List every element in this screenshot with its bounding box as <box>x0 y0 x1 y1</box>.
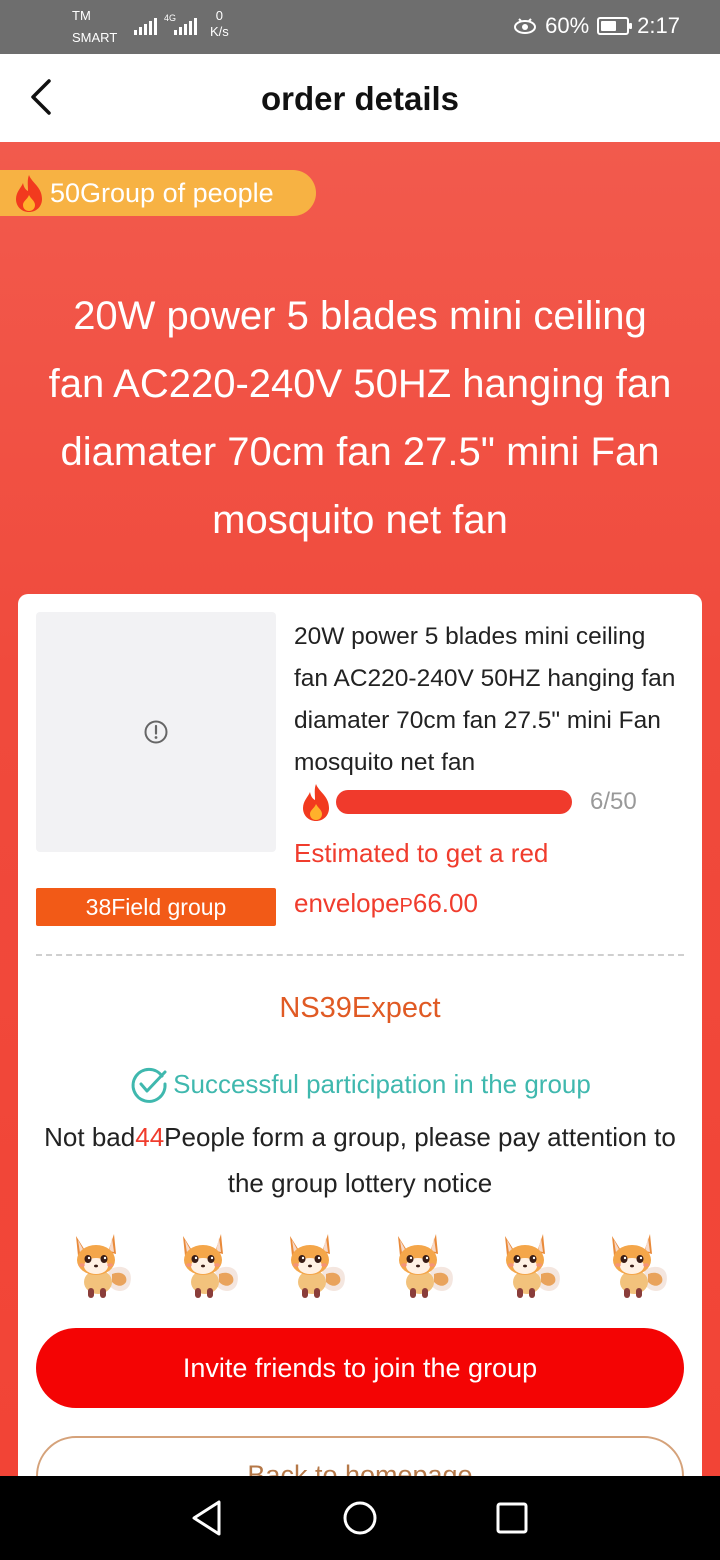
success-text: Successful participation in the group <box>173 1068 591 1099</box>
group-progress: 6/50 <box>296 782 676 822</box>
red-envelope-estimate: Estimated to get a red envelopeP66.00 <box>294 828 624 931</box>
carrier-line2: SMART <box>72 30 118 45</box>
check-circle-icon <box>131 1067 167 1103</box>
signal-icon <box>134 18 157 35</box>
eye-comfort-icon <box>514 18 537 34</box>
page-title: order details <box>260 80 460 117</box>
netspeed-unit: K/s <box>210 24 229 39</box>
info-circle-icon <box>144 720 168 744</box>
carrier-label: TM SMART <box>72 8 117 45</box>
fox-avatar-icon <box>290 1234 346 1298</box>
system-nav-bar <box>0 1476 720 1560</box>
group-notice: Not bad44People form a group, please pay… <box>38 1114 682 1206</box>
fox-avatar-icon <box>611 1234 667 1298</box>
fox-avatar-icon <box>76 1234 131 1298</box>
netspeed-value: 0 <box>215 8 224 23</box>
member-avatars <box>64 1226 672 1302</box>
group-size-label: 50Group of people <box>50 177 274 208</box>
fire-icon <box>303 784 329 821</box>
expect-label: NS39Expect <box>279 992 441 1024</box>
network-speed: 0 K/s <box>210 8 229 40</box>
progress-bar <box>336 790 572 814</box>
estimate-amount: 66.00 <box>412 888 478 918</box>
success-status: Successful participation in the group <box>18 1064 702 1104</box>
fox-avatar-icon <box>504 1234 560 1298</box>
carrier-line1: TM <box>72 8 91 23</box>
battery-percent: 60% <box>545 13 590 38</box>
nav-home-icon[interactable] <box>338 1496 382 1540</box>
group-size-badge: 50Group of people <box>0 170 316 216</box>
battery-icon <box>597 17 633 35</box>
nav-back-icon[interactable] <box>186 1496 230 1540</box>
fox-avatar-icon <box>183 1234 239 1298</box>
product-title: 20W power 5 blades mini ceiling fan AC22… <box>48 294 672 542</box>
notice-prefix: Not bad <box>44 1122 136 1152</box>
notice-number: 44 <box>135 1122 165 1152</box>
app-header: order details <box>0 54 720 142</box>
product-name: 20W power 5 blades mini ceiling fan AC22… <box>294 623 676 776</box>
order-card: 38Field group 20W power 5 blades mini ce… <box>18 594 702 1516</box>
product-image[interactable] <box>36 612 276 852</box>
notice-suffix: People form a group, please pay attentio… <box>164 1122 676 1198</box>
status-bar: TM SMART 4G 0 K/s 60% 2:17 <box>0 0 720 54</box>
field-group-badge: 38Field group <box>36 888 276 926</box>
fire-icon <box>16 175 42 212</box>
invite-friends-button[interactable]: Invite friends to join the group <box>36 1328 684 1408</box>
fox-avatar-icon <box>397 1234 453 1298</box>
dashed-divider <box>36 954 684 956</box>
nav-recent-apps-icon[interactable] <box>490 1496 534 1540</box>
estimate-currency: P <box>399 895 413 917</box>
signal-2-icon <box>174 18 197 35</box>
clock: 2:17 <box>637 13 680 38</box>
progress-count: 6/50 <box>590 788 637 815</box>
status-right: 60% 2:17 <box>513 13 680 39</box>
